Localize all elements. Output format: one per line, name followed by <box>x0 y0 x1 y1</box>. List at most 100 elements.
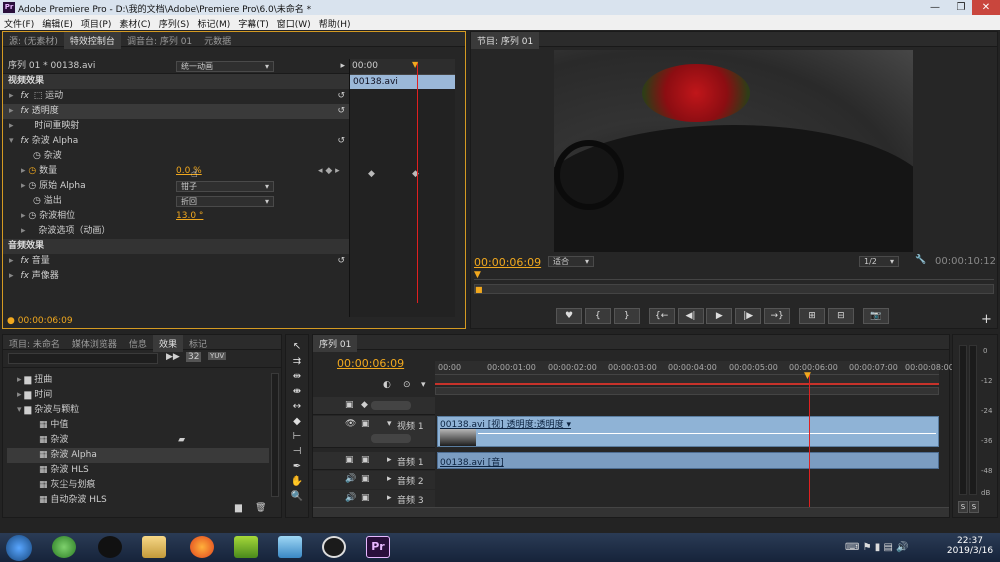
qq-icon[interactable] <box>98 536 122 558</box>
tree-item[interactable]: ▦ 灰尘与划痕 <box>7 478 269 493</box>
lift-button[interactable]: ⊞ <box>799 308 825 324</box>
go-to-in-button[interactable]: {← <box>648 308 675 324</box>
link-icon[interactable]: ⊙ <box>403 380 411 390</box>
close-button[interactable]: ✕ <box>972 0 1000 15</box>
mini-clip-bar[interactable]: 00138.avi <box>350 75 455 89</box>
video-track-1-header[interactable]: 👁 ▣ ▾ 视频 1 <box>313 416 435 448</box>
selection-tool-icon[interactable]: ↖ <box>286 339 308 354</box>
mini-ruler[interactable]: 00:00 <box>350 59 455 75</box>
rolling-edit-tool-icon[interactable]: ⇼ <box>286 384 308 399</box>
step-forward-button[interactable]: |▶ <box>735 308 762 324</box>
collapse-triangle-icon[interactable]: ▾ <box>17 405 22 415</box>
video-clip[interactable]: 00138.avi [视] 透明度:透明度 ▾ <box>437 416 939 447</box>
volume-icon[interactable]: 🔊 <box>896 542 908 553</box>
fx-icon[interactable]: fx <box>20 136 29 146</box>
lock-icon[interactable]: ▣ <box>361 493 370 503</box>
mini-playhead[interactable] <box>417 63 418 303</box>
add-marker-icon[interactable]: ▾ <box>421 380 426 390</box>
fx-icon[interactable]: fx <box>20 271 29 281</box>
speaker-icon[interactable]: 🔊 <box>345 493 356 503</box>
playhead-marker-icon[interactable]: ▼ <box>474 270 481 280</box>
effect-panner[interactable]: ▸ fx 声像器 <box>3 269 349 284</box>
record-app-icon[interactable] <box>322 536 346 558</box>
file-explorer-icon[interactable] <box>142 536 166 558</box>
extract-button[interactable]: ⊟ <box>827 308 854 324</box>
tree-item[interactable]: ▸ ▆ 时间 <box>7 388 269 403</box>
track-keyframe-toggle[interactable] <box>371 434 411 443</box>
menu-edit[interactable]: 编辑(E) <box>38 15 77 30</box>
firefox-icon[interactable] <box>190 536 214 558</box>
yuv-icon[interactable]: YUV <box>208 352 227 360</box>
audio-track-3-header[interactable]: 🔊 ▣ ▸ 音频 3 <box>313 490 435 508</box>
solo-left-button[interactable]: S <box>958 501 968 513</box>
battery-icon[interactable]: ▮ <box>875 542 881 553</box>
expand-triangle-icon[interactable]: ▸ <box>9 256 14 266</box>
keyboard-icon[interactable]: ⌨ <box>845 542 859 553</box>
audio-track-2-header[interactable]: 🔊 ▣ ▸ 音频 2 <box>313 471 435 489</box>
collapse-arrow-icon[interactable]: ▸ <box>340 59 345 74</box>
effect-time-remap[interactable]: ▸ 时间重映射 <box>3 119 349 134</box>
timeline-playhead[interactable] <box>809 375 810 515</box>
menu-file[interactable]: 文件(F) <box>0 15 38 30</box>
tree-item[interactable]: ▦ 杂波 ▰ <box>7 433 269 448</box>
tab-audio-mixer[interactable]: 调音台: 序列 01 <box>121 32 198 49</box>
tab-sequence[interactable]: 序列 01 <box>313 335 358 352</box>
hand-tool-icon[interactable]: ✋ <box>286 474 308 489</box>
amount-value[interactable]: 0.0 % <box>176 164 202 179</box>
effect-mini-timeline[interactable]: 00:00 00138.avi ◆ ◆ ▼ <box>349 59 455 317</box>
opacity-rubberband[interactable] <box>478 433 936 434</box>
timeline-timecode[interactable]: 00:00:06:09 <box>337 357 404 370</box>
fx-icon[interactable]: fx <box>20 91 29 101</box>
collapse-triangle-icon[interactable]: ▾ <box>9 136 14 146</box>
maximize-button[interactable]: ❐ <box>948 0 974 15</box>
tab-source[interactable]: 源: (无素材) <box>3 32 64 49</box>
lock-icon[interactable]: ▣ <box>361 419 370 429</box>
keyframe-nav-icon[interactable]: ◂ ◆ ▸ <box>318 164 340 179</box>
new-folder-icon[interactable]: ▆ <box>235 503 242 513</box>
mark-out-button[interactable]: } <box>613 308 640 324</box>
audio-clip[interactable]: 00138.avi [音] <box>437 452 939 469</box>
keyframe-icon[interactable]: ◆ <box>368 169 375 179</box>
effect-motion[interactable]: ▸ fx ⬚ 运动 ↺ <box>3 89 349 104</box>
menu-title[interactable]: 字幕(T) <box>234 15 273 30</box>
slip-tool-icon[interactable]: ⊢ <box>286 429 308 444</box>
fx-icon[interactable]: fx <box>20 256 29 266</box>
network-icon[interactable]: ▤ <box>883 542 892 553</box>
fx-icon[interactable]: fx <box>20 106 29 116</box>
ripple-edit-tool-icon[interactable]: ⇹ <box>286 369 308 384</box>
expand-triangle-icon[interactable]: ▸ <box>9 91 14 101</box>
track-keyframe-toggle[interactable] <box>371 401 411 410</box>
expand-triangle-icon[interactable]: ▸ <box>21 181 26 191</box>
expand-triangle-icon[interactable]: ▸ <box>387 493 392 503</box>
delete-icon[interactable]: 🗑 <box>255 503 266 513</box>
flag-icon[interactable]: ⚑ <box>863 542 872 553</box>
expand-triangle-icon[interactable]: ▸ <box>9 121 14 131</box>
solo-right-button[interactable]: S <box>969 501 979 513</box>
tree-item[interactable]: ▸ ▆ 扭曲 <box>7 373 269 388</box>
effect-opacity[interactable]: ▸ fx 透明度 ↺ <box>3 104 349 119</box>
media-app-icon[interactable] <box>234 536 258 558</box>
add-button[interactable]: + <box>981 312 992 327</box>
video-preview[interactable] <box>554 50 913 252</box>
expand-triangle-icon[interactable]: ▸ <box>17 390 22 400</box>
noise-dropdown[interactable]: 统一动画 ▾ <box>176 61 274 72</box>
tab-metadata[interactable]: 元数据 <box>198 32 237 49</box>
tab-program[interactable]: 节目: 序列 01 <box>471 32 540 49</box>
track-select-tool-icon[interactable]: ⇉ <box>286 354 308 369</box>
tree-item[interactable]: ▦ 杂波 HLS <box>7 463 269 478</box>
refresh-app-icon[interactable] <box>52 536 76 558</box>
menu-clip[interactable]: 素材(C) <box>115 15 154 30</box>
play-button[interactable]: ▶ <box>706 308 733 324</box>
effect-noise-alpha[interactable]: ▾ fx 杂波 Alpha ↺ <box>3 134 349 149</box>
noise-phase-value[interactable]: 13.0 ° <box>176 209 203 224</box>
lock-icon[interactable]: ◆ <box>361 400 368 410</box>
effects-search-input[interactable] <box>8 353 158 364</box>
tree-item[interactable]: ▾ ▆ 杂波与颗粒 <box>7 403 269 418</box>
menu-marker[interactable]: 标记(M) <box>193 15 234 30</box>
zoom-tool-icon[interactable]: 🔍 <box>286 489 308 504</box>
menu-project[interactable]: 项目(P) <box>77 15 115 30</box>
stopwatch-icon[interactable]: ◷ <box>28 211 36 221</box>
stopwatch-icon[interactable]: ◷ <box>33 196 41 206</box>
expand-triangle-icon[interactable]: ▸ <box>21 211 26 221</box>
tab-effect-controls[interactable]: 特效控制台 <box>63 32 121 49</box>
